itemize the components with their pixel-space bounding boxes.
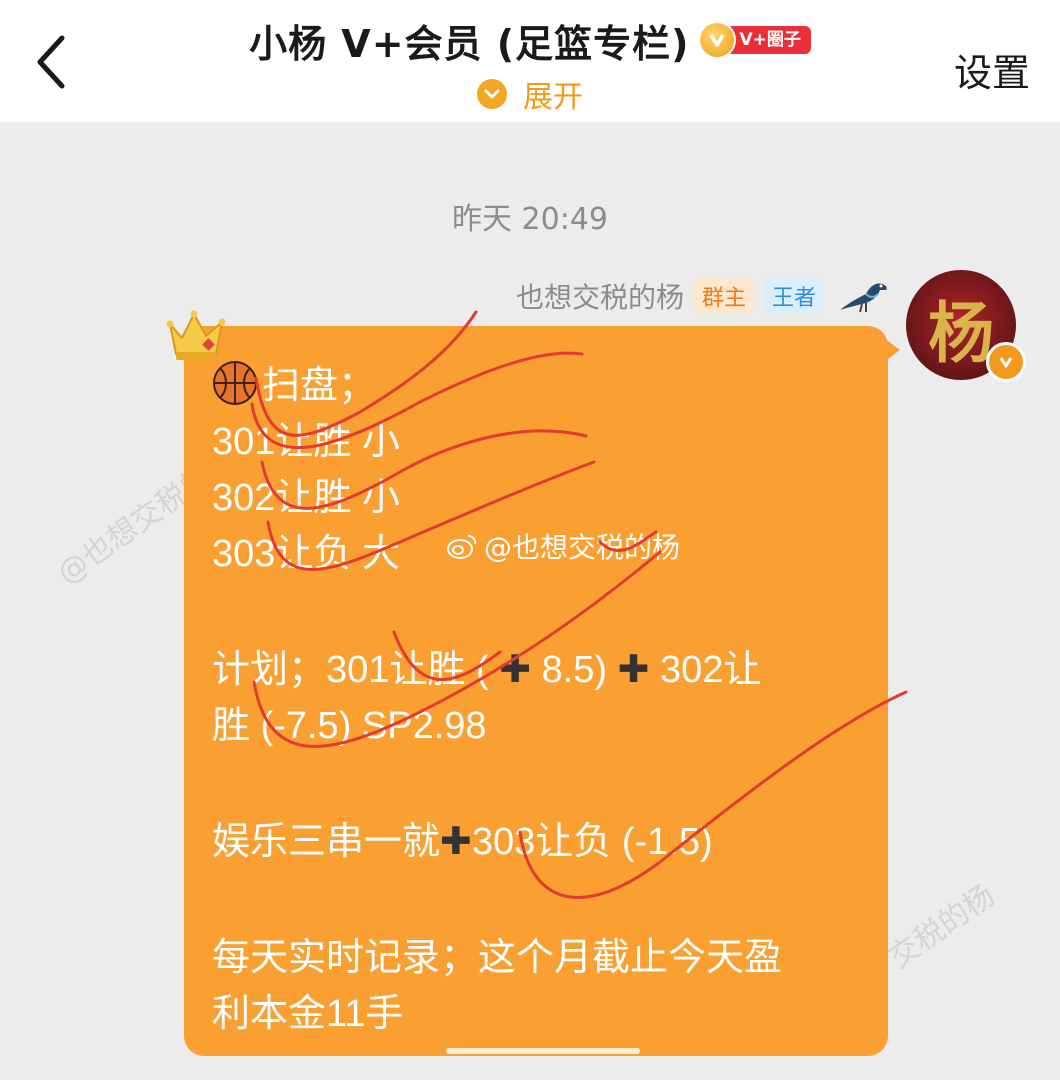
message-line: 每天实时记录；这个月截止今天盈 (212, 937, 783, 979)
watermark-text: @也想交税的杨 (484, 531, 681, 564)
home-indicator (446, 1048, 640, 1054)
plus-icon: ✚ (499, 649, 532, 691)
message-line-text: 8.5) (541, 649, 608, 691)
message-line: 利本金11手 (212, 993, 404, 1035)
weibo-watermark: @也想交税的杨 (446, 526, 680, 566)
chat-area[interactable]: @也想交税的杨 交税的杨 昨天 20:49 也想交税的杨 群主 王者 杨 扫盘；… (0, 122, 1060, 1080)
owner-tag: 群主 (693, 278, 754, 314)
plus-icon: ✚ (617, 649, 650, 691)
crown-icon (166, 310, 226, 360)
sender-info: 也想交税的杨 群主 王者 (516, 274, 890, 318)
message-line: 301让胜 小 (212, 421, 400, 463)
expand-label: 展开 (523, 80, 583, 115)
weibo-icon (447, 535, 477, 559)
expand-toggle[interactable]: 展开 (0, 72, 1060, 116)
basketball-icon (213, 361, 257, 405)
top-bar: 小杨 V+会员 (足篮专栏) V+圈子 展开 设置 (0, 0, 1060, 122)
sender-avatar[interactable]: 杨 (906, 270, 1026, 382)
message-line-text: 303让负 (-1.5) (471, 821, 713, 863)
vip-badge: V+圈子 (699, 23, 811, 57)
group-title: 小杨 V+会员 (足篮专栏) (249, 21, 690, 66)
message-line: 胜 (-7.5) SP2.98 (212, 705, 487, 747)
settings-button[interactable]: 设置 (954, 42, 1030, 97)
king-tag: 王者 (763, 278, 824, 314)
faint-watermark: 交税的杨 (882, 878, 1002, 976)
plus-icon: ✚ (440, 821, 472, 863)
message-line: 娱乐三串一就✚303让负 (-1.5) (212, 814, 872, 870)
message-line: 计划；301让胜 ( ✚ 8.5) ✚ 302让 (212, 642, 872, 698)
message-line-text: 302让 (660, 649, 762, 691)
message-line: 302让胜 小 (212, 477, 400, 519)
expand-chevron-icon (477, 79, 507, 109)
message-line-text: 扫盘； (262, 365, 377, 407)
message-line: 扫盘； (212, 358, 872, 414)
bubble-tail (884, 338, 900, 362)
bird-icon (840, 283, 887, 313)
message-line-text: 计划；301让胜 ( (212, 649, 489, 691)
message-line-text: 娱乐三串一就 (212, 821, 441, 863)
vip-tag: V+圈子 (723, 26, 811, 54)
message-text: 扫盘； 301让胜 小 302让胜 小 303让负 大 计划；301让胜 ( ✚… (212, 358, 872, 1042)
vip-v-icon (699, 23, 734, 57)
sender-name[interactable]: 也想交税的杨 (516, 276, 684, 316)
title-row: 小杨 V+会员 (足篮专栏) V+圈子 (0, 12, 1060, 68)
verified-v-icon (986, 342, 1026, 382)
message-timestamp: 昨天 20:49 (452, 202, 608, 237)
